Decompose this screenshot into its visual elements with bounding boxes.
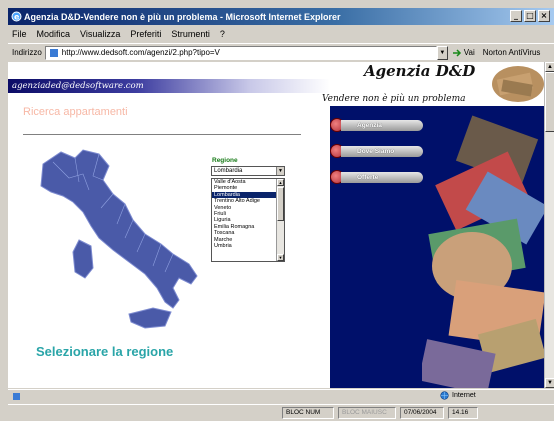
- svg-text:e: e: [14, 13, 20, 22]
- nav-dove-siamo-label: Dove Siamo: [341, 145, 423, 157]
- nav-dove-siamo[interactable]: Dove Siamo: [330, 144, 430, 158]
- browser-window: e Agenzia D&D-Vendere non è più un probl…: [0, 0, 554, 421]
- system-tray-bar: BLOC NUM BLOC MAIUSC 07/06/2004 14.16: [8, 404, 554, 421]
- menu-file[interactable]: File: [12, 29, 27, 39]
- globe-icon: [440, 391, 449, 400]
- chevron-down-icon[interactable]: ▼: [276, 167, 284, 175]
- title-bar: e Agenzia D&D-Vendere non è più un probl…: [8, 8, 554, 25]
- email-link[interactable]: agenziaded@dedsoftware.com: [12, 81, 144, 91]
- page-icon: [49, 48, 58, 57]
- address-input[interactable]: http://www.dedsoft.com/agenzi/2.php?tipo…: [44, 45, 437, 60]
- scroll-thumb[interactable]: [545, 72, 554, 132]
- address-url: http://www.dedsoft.com/agenzi/2.php?tipo…: [61, 48, 220, 57]
- scroll-down-icon[interactable]: ▼: [545, 378, 554, 388]
- banknotes-photo-icon: [422, 106, 544, 388]
- nav-offerte-label: Offerte: [341, 171, 423, 183]
- caps-lock-indicator: BLOC MAIUSC: [338, 407, 396, 419]
- region-listbox[interactable]: Valle d'Aosta Piemonte Lombardia Trentin…: [211, 178, 285, 262]
- go-button[interactable]: Vai: [452, 48, 475, 58]
- address-dropdown-button[interactable]: ▼: [436, 45, 448, 60]
- left-content: agenziaded@dedsoftware.com Ricerca appar…: [8, 62, 330, 388]
- region-label: Regione: [212, 157, 238, 164]
- menu-modifica[interactable]: Modifica: [37, 29, 71, 39]
- listbox-scrollbar[interactable]: ▲ ▼: [276, 179, 284, 261]
- close-button[interactable]: ×: [538, 10, 550, 22]
- nav-agenzia[interactable]: Agenzia: [330, 118, 430, 132]
- scroll-up-icon[interactable]: ▲: [277, 179, 284, 186]
- window-title: Agenzia D&D-Vendere non è più un problem…: [24, 11, 341, 22]
- region-option[interactable]: Umbria: [212, 243, 284, 249]
- scroll-down-icon[interactable]: ▼: [277, 254, 284, 261]
- norton-antivirus-button[interactable]: Norton AntiVirus: [483, 48, 541, 57]
- divider: [23, 134, 301, 135]
- ie-logo-icon: e: [11, 11, 22, 22]
- region-select[interactable]: Lombardia ▼: [211, 166, 285, 176]
- security-zone: Internet: [440, 391, 476, 400]
- page-subtitle: Ricerca appartamenti: [23, 106, 128, 118]
- maximize-button[interactable]: □: [524, 10, 536, 22]
- menu-help[interactable]: ?: [220, 29, 225, 39]
- menu-visualizza[interactable]: Visualizza: [80, 29, 120, 39]
- zone-label: Internet: [452, 392, 476, 399]
- brand-logo: Agenzia D&D: [364, 62, 476, 80]
- date-display: 07/06/2004: [400, 407, 444, 419]
- go-label: Vai: [463, 48, 475, 57]
- navigation-panel: Agenzia Dove Siamo Offerte: [330, 106, 544, 388]
- page-viewport: agenziaded@dedsoftware.com Ricerca appar…: [8, 62, 544, 388]
- menu-preferiti[interactable]: Preferiti: [130, 29, 161, 39]
- page-status-icon: [13, 393, 20, 400]
- num-lock-indicator: BLOC NUM: [282, 407, 334, 419]
- page-scrollbar[interactable]: ▲ ▼: [544, 62, 554, 388]
- scroll-thumb[interactable]: [277, 187, 284, 221]
- tagline: Vendere non è più un problema: [322, 94, 466, 104]
- scroll-up-icon[interactable]: ▲: [545, 62, 554, 72]
- minimize-button[interactable]: _: [510, 10, 522, 22]
- money-photo-icon: [480, 62, 544, 106]
- nav-offerte[interactable]: Offerte: [330, 170, 430, 184]
- menu-bar: File Modifica Visualizza Preferiti Strum…: [8, 26, 554, 42]
- menu-strumenti[interactable]: Strumenti: [171, 29, 210, 39]
- time-display: 14.16: [448, 407, 478, 419]
- italy-map[interactable]: [13, 142, 213, 337]
- address-bar: Indirizzo http://www.dedsoft.com/agenzi/…: [8, 43, 554, 61]
- go-arrow-icon: [452, 48, 461, 57]
- status-bar: Internet: [8, 389, 554, 403]
- address-label: Indirizzo: [12, 48, 42, 57]
- region-select-value: Lombardia: [214, 168, 243, 174]
- select-region-heading: Selezionare la regione: [36, 344, 174, 359]
- nav-agenzia-label: Agenzia: [341, 119, 423, 131]
- right-panel: Agenzia D&D Vendere non è più un problem…: [322, 62, 544, 388]
